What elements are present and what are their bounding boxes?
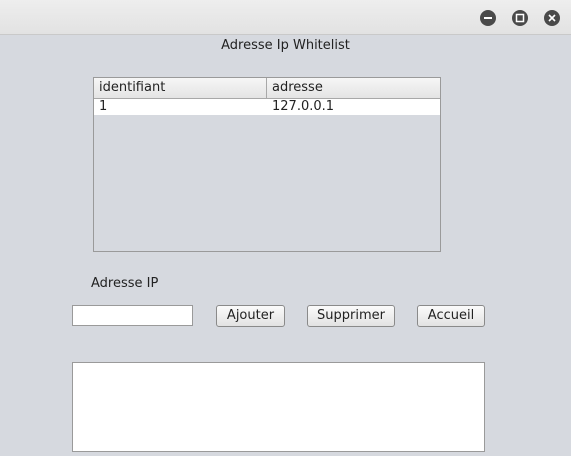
minimize-button[interactable] xyxy=(480,10,496,26)
page-title: Adresse Ip Whitelist xyxy=(221,38,350,53)
output-area[interactable] xyxy=(72,362,485,452)
ip-address-label: Adresse IP xyxy=(91,276,159,291)
maximize-icon xyxy=(515,13,525,23)
minimize-icon xyxy=(484,17,492,19)
cell-adresse: 127.0.0.1 xyxy=(272,99,335,114)
add-button[interactable]: Ajouter xyxy=(216,305,285,327)
home-button[interactable]: Accueil xyxy=(417,305,485,327)
close-icon xyxy=(548,14,556,22)
title-bar xyxy=(0,0,571,35)
table-row[interactable]: 1 127.0.0.1 xyxy=(94,99,440,115)
column-header-identifiant[interactable]: identifiant xyxy=(94,78,267,98)
close-button[interactable] xyxy=(544,10,560,26)
cell-identifiant: 1 xyxy=(99,99,108,114)
column-header-adresse[interactable]: adresse xyxy=(267,78,440,98)
table-header: identifiant adresse xyxy=(94,78,440,99)
ip-address-input[interactable] xyxy=(72,305,193,326)
delete-button[interactable]: Supprimer xyxy=(307,305,395,327)
maximize-button[interactable] xyxy=(512,10,528,26)
whitelist-table: identifiant adresse 1 127.0.0.1 xyxy=(93,77,441,252)
